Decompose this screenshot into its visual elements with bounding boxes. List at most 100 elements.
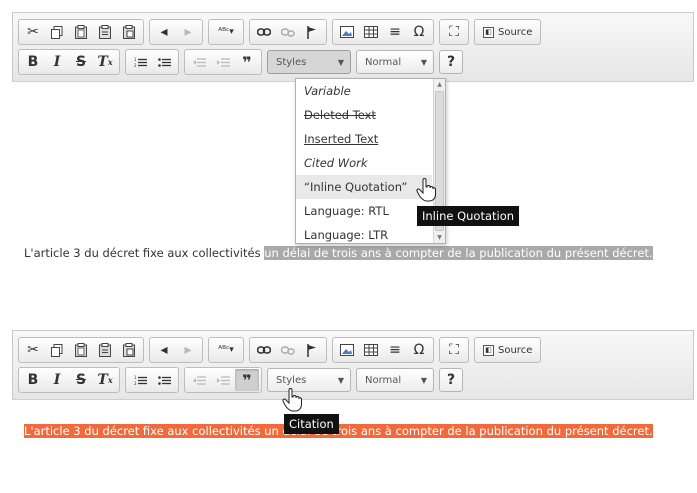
unlink-icon[interactable] [276,339,300,361]
spellcheck-group: ᴬᴮᶜ▾ [208,19,244,45]
copy-icon[interactable] [45,21,69,43]
toolbar-row-2: B I S Tx 12 ❞ Styles ▼ Normal ▼ ? [18,48,463,76]
toolbar-row-1: ✂ ◂ ▸ ᴬᴮᶜ▾ ≡ Ω ⛶ ◧ Source [18,336,546,364]
help-button[interactable]: ? [439,50,463,74]
indent-icon[interactable] [211,369,235,391]
paste-word-icon[interactable] [117,339,141,361]
hand-cursor-icon [416,178,436,202]
redo-icon[interactable]: ▸ [176,21,200,43]
remove-format-icon[interactable]: Tx [93,369,117,391]
scroll-up-icon[interactable]: ▲ [434,81,445,88]
special-char-icon[interactable]: Ω [407,339,431,361]
source-icon: ◧ [483,26,494,38]
basicstyles-group: B I S Tx [18,49,120,75]
style-option-deleted-text[interactable]: Deleted Text [296,103,432,127]
history-group: ◂ ▸ [149,19,203,45]
paste-text-icon[interactable] [93,21,117,43]
copy-icon[interactable] [45,339,69,361]
source-button[interactable]: ◧ Source [477,339,538,361]
spellcheck-group: ᴬᴮᶜ▾ [208,337,244,363]
format-combo-label: Normal [365,374,402,386]
cut-icon[interactable]: ✂ [21,21,45,43]
remove-format-icon[interactable]: Tx [93,51,117,73]
history-group: ◂ ▸ [149,337,203,363]
chevron-down-icon: ▼ [337,375,344,385]
italic-button[interactable]: I [45,51,69,73]
paste-word-icon[interactable] [117,21,141,43]
blockquote-icon[interactable]: ❞ [235,51,259,73]
source-button[interactable]: ◧ Source [477,21,538,43]
style-option-inline-quotation[interactable]: “Inline Quotation” [296,175,432,199]
cut-icon[interactable]: ✂ [21,339,45,361]
editor-content[interactable]: L'article 3 du décret fixe aux collectiv… [12,244,694,262]
editor-bottom: ✂ ◂ ▸ ᴬᴮᶜ▾ ≡ Ω ⛶ ◧ Source B I S T x 1 2 … [12,330,694,480]
undo-icon[interactable]: ◂ [152,339,176,361]
style-option-language-rtl[interactable]: Language: RTL [296,199,432,223]
blockquote-icon[interactable]: ❞ [235,369,259,391]
help-button[interactable]: ? [439,368,463,392]
spellcheck-icon[interactable]: ᴬᴮᶜ▾ [211,21,241,43]
style-option-variable[interactable]: Variable [296,79,432,103]
image-icon[interactable] [335,21,359,43]
paste-icon[interactable] [69,21,93,43]
style-option-cited-work[interactable]: Cited Work [296,151,432,175]
paste-text-icon[interactable] [93,339,117,361]
clipboard-group: ✂ [18,337,144,363]
link-icon[interactable] [252,21,276,43]
source-label: Source [498,26,533,38]
indent-icon[interactable] [211,51,235,73]
paste-icon[interactable] [69,339,93,361]
citation-tooltip: Citation [284,414,339,434]
link-group [249,337,327,363]
unlink-icon[interactable] [276,21,300,43]
list-group: 12 [125,49,179,75]
indent-group: ❞ [184,49,262,75]
editor-toolbar: ✂ ◂ ▸ ᴬᴮᶜ▾ ≡ Ω ⛶ ◧ Source B I S T x 1 2 … [12,12,694,82]
image-icon[interactable] [335,339,359,361]
numbered-list-icon[interactable]: 12 [128,369,152,391]
anchor-flag-icon[interactable] [300,21,324,43]
bold-button[interactable]: B [21,369,45,391]
table-icon[interactable] [359,339,383,361]
style-option-language-ltr[interactable]: Language: LTR [296,223,432,243]
chevron-down-icon: ▼ [337,57,344,67]
inline-quotation-tooltip: Inline Quotation [417,206,520,226]
outdent-icon[interactable] [187,51,211,73]
bold-button[interactable]: B [21,51,45,73]
bulleted-list-icon[interactable] [152,369,176,391]
editor-content[interactable]: L'article 3 du décret fixe aux collectiv… [12,422,694,440]
toolbar-row-1: ✂ ◂ ▸ ᴬᴮᶜ▾ ≡ Ω ⛶ ◧ Source [18,18,546,46]
format-combo[interactable]: Normal ▼ [356,368,434,392]
list-group: 12 [125,367,179,393]
source-group: ◧ Source [474,19,542,45]
strike-button[interactable]: S [69,369,93,391]
strike-button[interactable]: S [69,51,93,73]
redo-icon[interactable]: ▸ [176,339,200,361]
spellcheck-icon[interactable]: ᴬᴮᶜ▾ [211,339,241,361]
chevron-down-icon: ▼ [420,375,427,385]
maximize-icon[interactable]: ⛶ [442,21,466,43]
insert-group: ≡ Ω [332,337,434,363]
styles-combo[interactable]: Styles ▼ [267,368,351,392]
paragraph-text: L'article 3 du décret fixe aux collectiv… [24,246,265,260]
scroll-down-icon[interactable]: ▼ [434,234,445,241]
styles-combo[interactable]: Styles ▼ [267,50,351,74]
style-option-inserted-text[interactable]: Inserted Text [296,127,432,151]
horizontal-line-icon[interactable]: ≡ [383,21,407,43]
special-char-icon[interactable]: Ω [407,21,431,43]
bulleted-list-icon[interactable] [152,51,176,73]
svg-text:2: 2 [134,381,137,386]
link-icon[interactable] [252,339,276,361]
anchor-flag-icon[interactable] [300,339,324,361]
source-group: ◧ Source [474,337,542,363]
numbered-list-icon[interactable]: 12 [128,51,152,73]
maximize-icon[interactable]: ⛶ [442,339,466,361]
italic-button[interactable]: I [45,369,69,391]
basicstyles-group: B I S Tx [18,367,120,393]
undo-icon[interactable]: ◂ [152,21,176,43]
outdent-icon[interactable] [187,369,211,391]
horizontal-line-icon[interactable]: ≡ [383,339,407,361]
source-label: Source [498,344,533,356]
table-icon[interactable] [359,21,383,43]
format-combo[interactable]: Normal ▼ [356,50,434,74]
